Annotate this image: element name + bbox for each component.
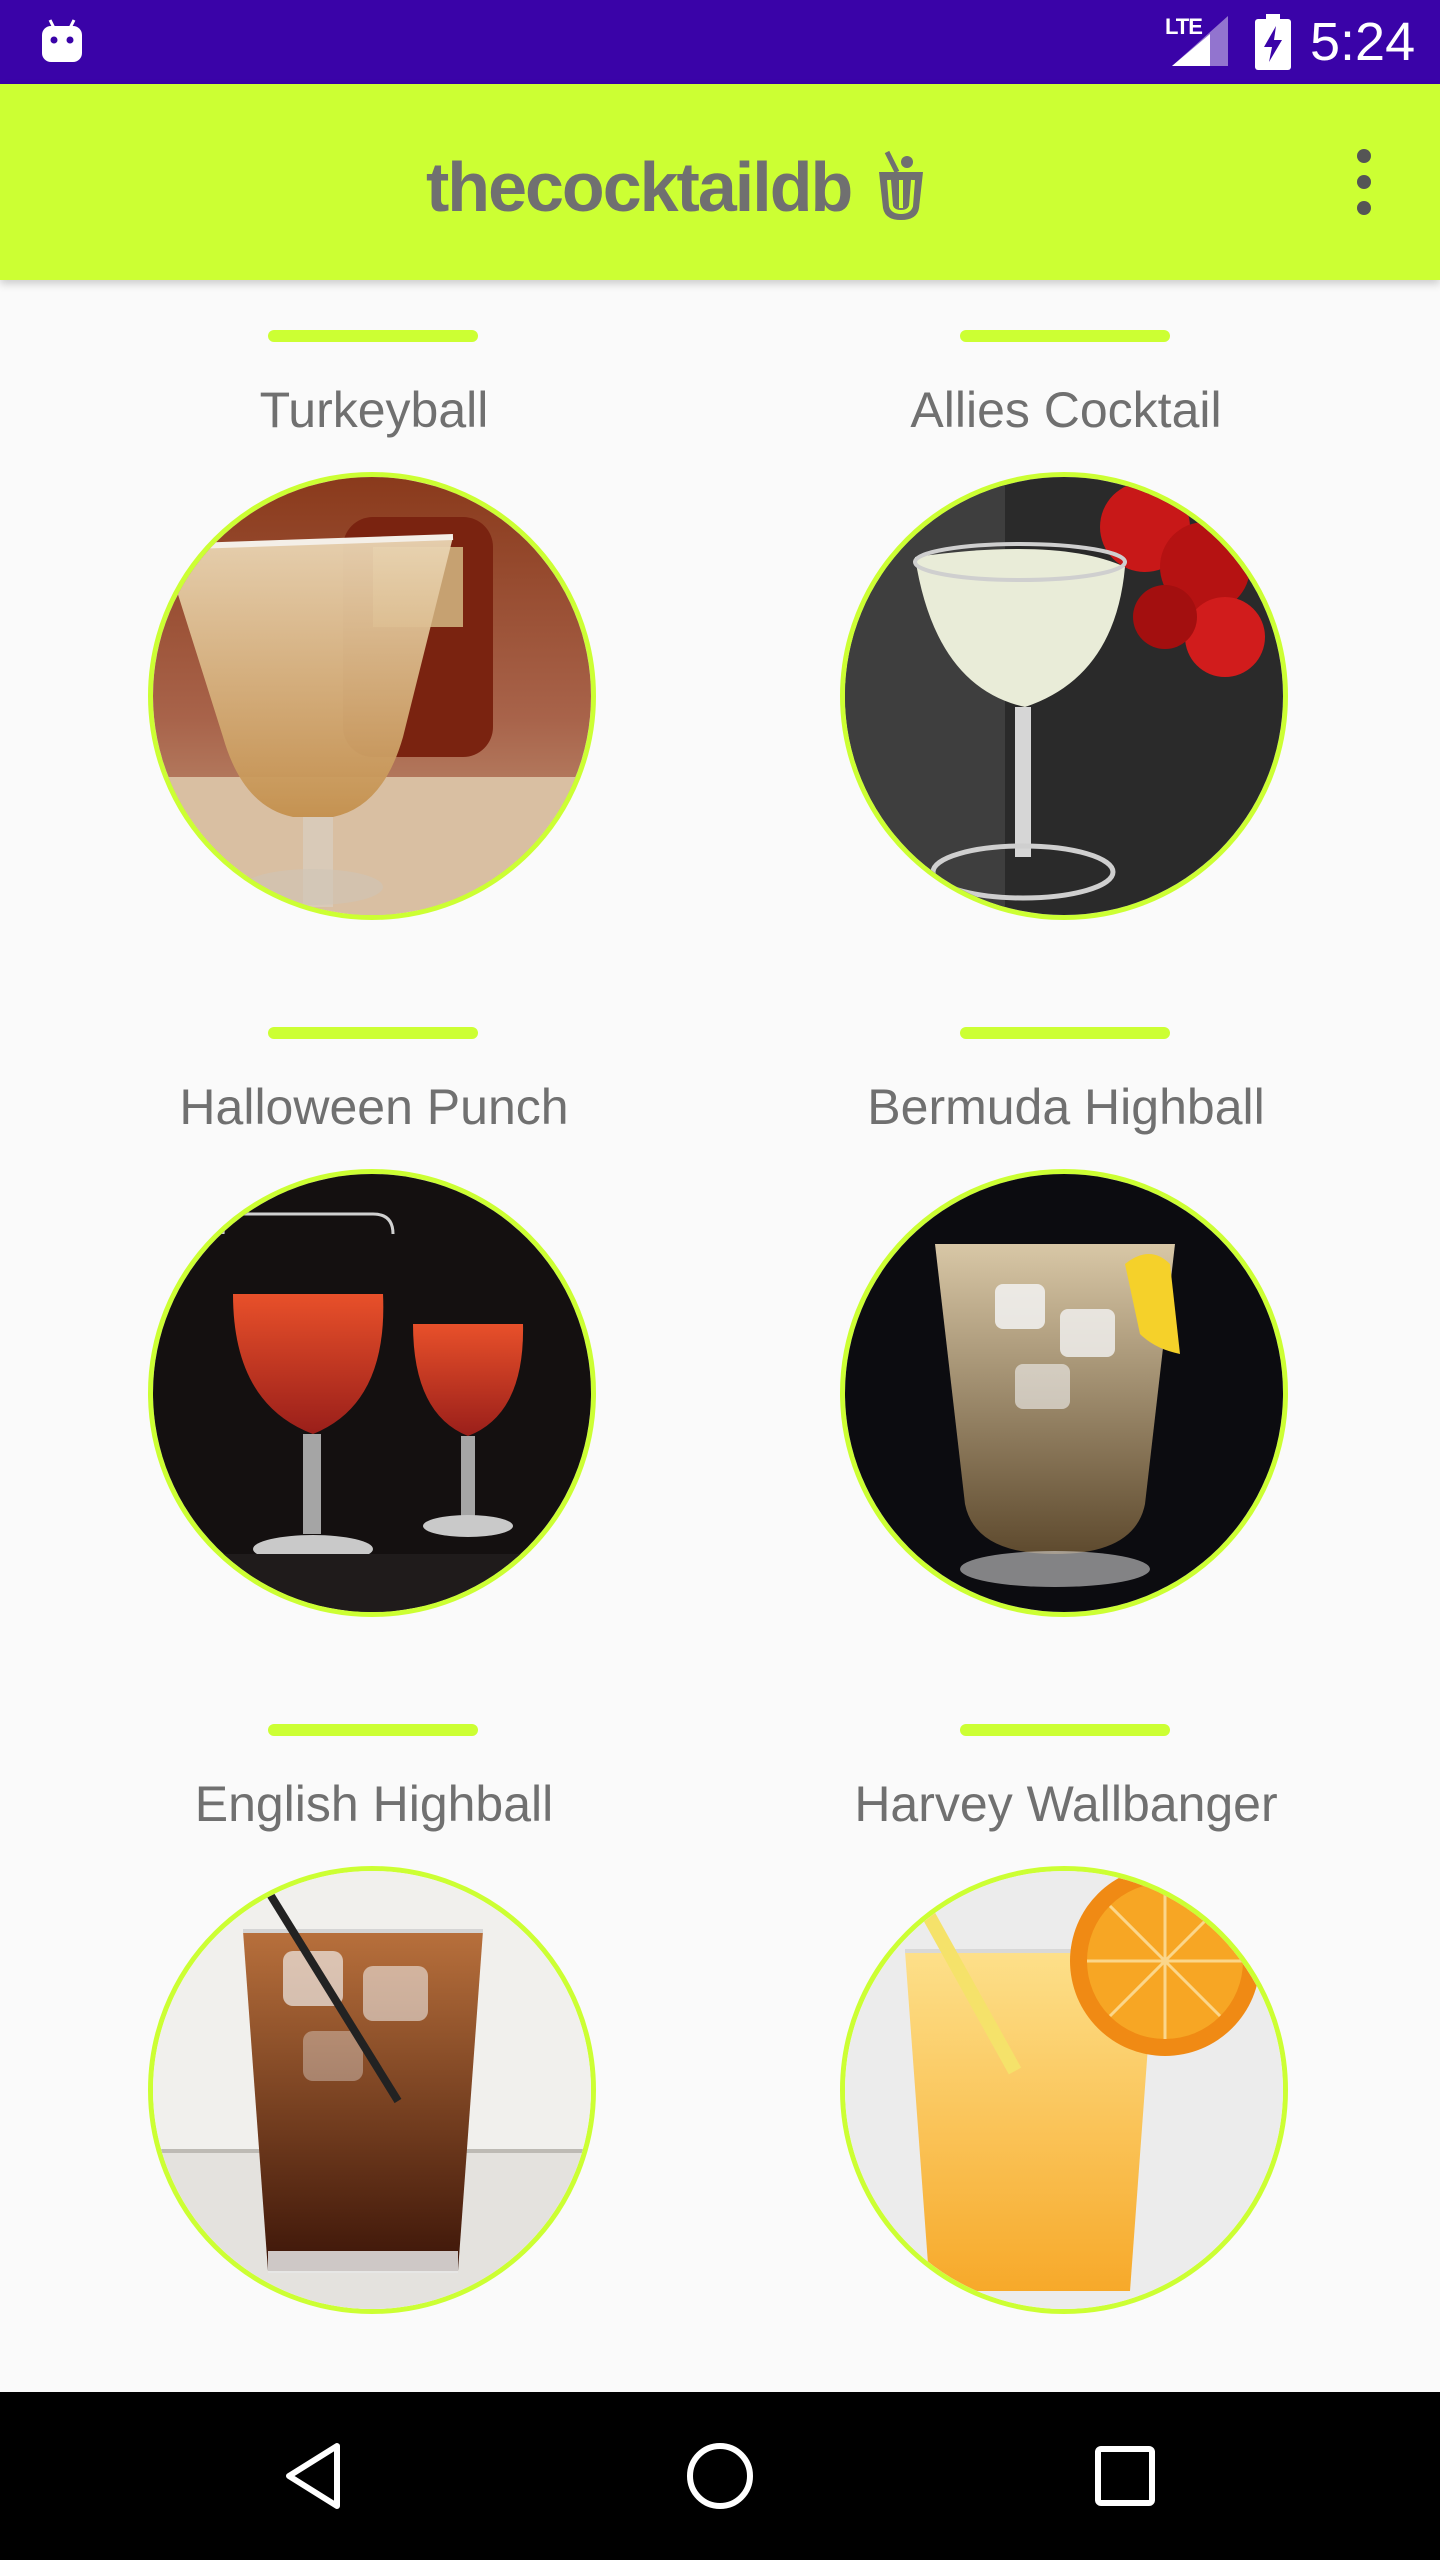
cocktail-image[interactable] (840, 1169, 1288, 1617)
cocktail-name: Harvey Wallbanger (854, 1776, 1278, 1832)
cocktail-image[interactable] (148, 1169, 596, 1617)
back-icon[interactable] (275, 2436, 355, 2516)
card-accent-bar (268, 330, 478, 342)
app-logo: thecocktaildb (426, 142, 929, 232)
cocktail-image[interactable] (840, 1866, 1288, 2314)
cocktail-image[interactable] (148, 1866, 596, 2314)
clock: 5:24 (1310, 12, 1416, 72)
recents-icon[interactable] (1085, 2436, 1165, 2516)
cocktail-card[interactable]: Harvey Wallbanger (692, 1674, 1412, 2371)
card-accent-bar (960, 1724, 1170, 1736)
cocktail-card[interactable]: Halloween Punch (0, 977, 720, 1674)
android-icon (42, 19, 82, 62)
card-accent-bar (268, 1027, 478, 1039)
card-accent-bar (268, 1724, 478, 1736)
signal-icon (1172, 16, 1228, 66)
navigation-bar (0, 2392, 1440, 2560)
home-icon[interactable] (680, 2436, 760, 2516)
cocktail-glass-icon (879, 150, 924, 220)
battery-charging-icon (1255, 14, 1291, 70)
overflow-menu-icon[interactable] (1342, 142, 1386, 222)
app-bar: thecocktaildb (0, 84, 1440, 280)
cocktail-name: Bermuda Highball (867, 1079, 1265, 1135)
cocktail-card[interactable]: English Highball (0, 1674, 720, 2371)
cocktail-name: Turkeyball (259, 382, 489, 438)
cocktail-card[interactable]: Allies Cocktail (692, 280, 1412, 977)
cocktail-card[interactable]: Turkeyball (0, 280, 720, 977)
cocktail-name: Allies Cocktail (910, 382, 1222, 438)
cocktail-name: Halloween Punch (179, 1079, 569, 1135)
cocktail-card[interactable]: Bermuda Highball (692, 977, 1412, 1674)
card-accent-bar (960, 330, 1170, 342)
card-accent-bar (960, 1027, 1170, 1039)
cocktail-image[interactable] (840, 472, 1288, 920)
app-title: thecocktaildb (426, 148, 853, 226)
cocktail-grid: Turkeyball Allies Cocktail Halloween Pun… (0, 280, 1440, 2392)
cocktail-name: English Highball (194, 1776, 554, 1832)
cocktail-image[interactable] (148, 472, 596, 920)
status-bar: LTE 5:24 (0, 0, 1440, 84)
